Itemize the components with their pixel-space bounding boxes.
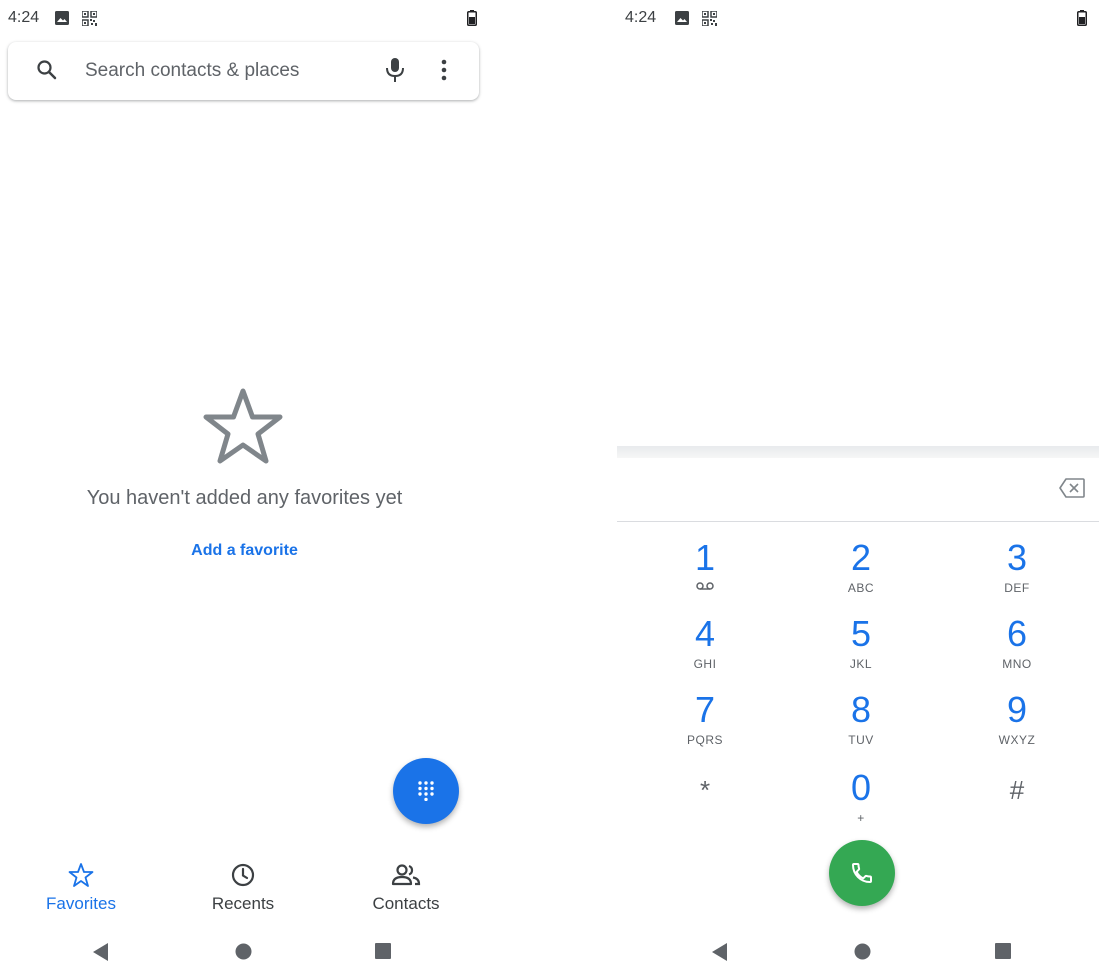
dial-key-letters: PQRS (686, 733, 723, 747)
back-icon[interactable] (93, 943, 109, 961)
favorites-screen: 4:24 Search contacts & places You haven'… (0, 0, 489, 961)
nav-contacts-tab[interactable]: Contacts (341, 856, 471, 914)
dial-key-symbol: * (699, 775, 711, 805)
dial-key-symbol: # (1009, 775, 1025, 805)
status-time: 4:24 (8, 9, 40, 26)
nav-recents-tab[interactable]: Recents (178, 856, 308, 914)
empty-favorites-message: You haven't added any favorites yet (86, 487, 403, 509)
overview-icon[interactable] (995, 943, 1011, 959)
dial-key-digit: 7 (694, 689, 716, 730)
system-navigation-bar (617, 935, 1099, 961)
dial-key-letters: JKL (849, 657, 873, 671)
dialpad-icon (418, 781, 434, 801)
bottom-navigation: Favorites Recents Contacts (0, 856, 489, 916)
dial-key-digit: 4 (694, 613, 716, 654)
dial-key-letters: TUV (848, 733, 874, 747)
dial-key-digit: 6 (1006, 613, 1028, 654)
dial-key-letters: GHI (693, 657, 717, 671)
status-time: 4:24 (625, 9, 657, 26)
nav-contacts-label: Contacts (372, 894, 440, 913)
dial-key-6[interactable]: 6 MNO (942, 614, 1092, 686)
dial-key-star[interactable]: * (630, 768, 780, 840)
dial-key-3[interactable]: 3 DEF (942, 538, 1092, 610)
dialpad-fab-button[interactable] (393, 758, 459, 824)
dial-key-5[interactable]: 5 JKL (786, 614, 936, 686)
phone-icon (852, 863, 872, 883)
image-notification-icon (55, 11, 69, 25)
dial-key-2[interactable]: 2 ABC (786, 538, 936, 610)
microphone-icon[interactable] (384, 56, 406, 84)
add-favorite-link[interactable]: Add a favorite (0, 542, 489, 560)
people-icon (391, 864, 421, 886)
dial-key-digit: 0 (850, 767, 872, 808)
battery-icon (467, 10, 477, 26)
dial-key-digit: 1 (694, 537, 716, 578)
dialed-digits-field[interactable] (617, 458, 1099, 522)
more-options-icon[interactable] (440, 58, 448, 82)
nav-favorites-label: Favorites (46, 894, 116, 913)
backspace-icon[interactable] (1059, 478, 1085, 498)
dialpad-panel: 1 2 ABC 3 DEF 4 GHI 5 JKL 6 MNO 7 PQRS 8… (617, 458, 1099, 961)
status-bar: 4:24 (0, 0, 489, 38)
home-icon[interactable] (854, 943, 871, 960)
call-button[interactable] (829, 840, 895, 906)
dial-key-digit: 5 (850, 613, 872, 654)
star-icon (68, 863, 94, 887)
image-notification-icon (675, 11, 689, 25)
system-navigation-bar (0, 935, 489, 961)
dial-key-4[interactable]: 4 GHI (630, 614, 780, 686)
dial-key-8[interactable]: 8 TUV (786, 690, 936, 762)
dial-key-digit: 9 (1006, 689, 1028, 730)
back-icon[interactable] (712, 943, 728, 961)
dial-key-1[interactable]: 1 (630, 538, 780, 610)
dialer-screen: 4:24 1 2 ABC 3 DEF 4 GHI 5 JKL 6 MNO 7 P… (617, 0, 1099, 961)
qr-notification-icon (82, 11, 97, 26)
nav-favorites-tab[interactable]: Favorites (16, 856, 146, 914)
dial-key-letters: MNO (1002, 657, 1032, 671)
search-input[interactable]: Search contacts & places (85, 60, 299, 82)
dial-key-digit: 2 (850, 537, 872, 578)
dial-key-letters: DEF (1004, 581, 1030, 595)
battery-icon (1077, 10, 1087, 26)
dial-key-7[interactable]: 7 PQRS (630, 690, 780, 762)
dial-key-letters: ABC (847, 581, 875, 595)
dial-key-digit: 8 (850, 689, 872, 730)
dial-key-digit: 3 (1006, 537, 1028, 578)
dial-key-letters: + (857, 811, 865, 825)
qr-notification-icon (702, 11, 717, 26)
search-bar[interactable]: Search contacts & places (8, 42, 479, 100)
empty-favorites-star-icon (203, 388, 283, 464)
search-icon (37, 60, 57, 80)
dial-key-9[interactable]: 9 WXYZ (942, 690, 1092, 762)
dialer-top-shadow (617, 446, 1099, 458)
dial-key-0[interactable]: 0 + (786, 768, 936, 840)
dial-key-letters: WXYZ (998, 733, 1036, 747)
nav-recents-label: Recents (211, 894, 275, 913)
dial-key-hash[interactable]: # (942, 768, 1092, 840)
status-bar: 4:24 (617, 0, 1099, 38)
overview-icon[interactable] (375, 943, 391, 959)
clock-icon (231, 863, 255, 887)
voicemail-icon (696, 582, 714, 590)
home-icon[interactable] (235, 943, 252, 960)
